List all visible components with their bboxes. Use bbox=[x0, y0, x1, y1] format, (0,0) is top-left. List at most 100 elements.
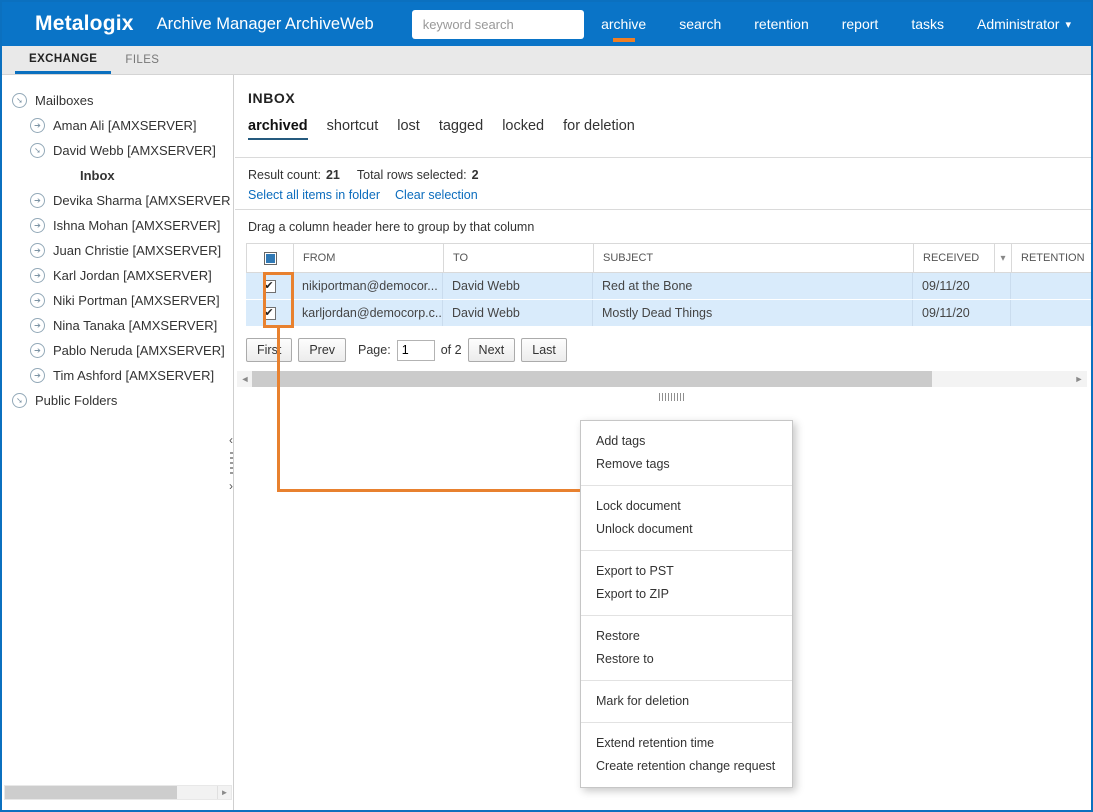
topbar: Metalogix Archive Manager ArchiveWeb arc… bbox=[2, 2, 1091, 46]
checkbox-indeterminate-icon[interactable] bbox=[263, 251, 277, 265]
sidebar-item-devika-sharma[interactable]: ➔ Devika Sharma [AMXSERVER bbox=[2, 188, 233, 213]
menu-item-remove-tags[interactable]: Remove tags bbox=[581, 453, 792, 476]
view-tab-lost[interactable]: lost bbox=[397, 118, 420, 140]
sidebar-item-niki-portman[interactable]: ➔ Niki Portman [AMXSERVER] bbox=[2, 288, 233, 313]
menu-group-lock: Lock document Unlock document bbox=[581, 485, 792, 550]
sidebar-item-nina-tanaka[interactable]: ➔ Nina Tanaka [AMXSERVER] bbox=[2, 313, 233, 338]
menu-item-export-to-zip[interactable]: Export to ZIP bbox=[581, 583, 792, 606]
sidebar-horizontal-scrollbar[interactable]: ► bbox=[4, 785, 232, 800]
keyword-search-input[interactable] bbox=[411, 9, 584, 39]
tree-label: Inbox bbox=[80, 168, 115, 183]
cell-retention bbox=[1011, 300, 1091, 326]
sidebar-item-aman-ali[interactable]: ➔ Aman Ali [AMXSERVER] bbox=[2, 113, 233, 138]
selected-count-value: 2 bbox=[471, 168, 479, 182]
select-all-link[interactable]: Select all items in folder bbox=[248, 188, 380, 202]
scroll-left-icon[interactable]: ◄ bbox=[237, 371, 253, 387]
sidebar-item-inbox[interactable]: Inbox bbox=[2, 163, 233, 188]
collapse-right-icon[interactable]: › bbox=[229, 480, 233, 492]
sidebar-item-public-folders[interactable]: ➘ Public Folders bbox=[2, 388, 233, 413]
sidebar-item-juan-christie[interactable]: ➔ Juan Christie [AMXSERVER] bbox=[2, 238, 233, 263]
menu-item-create-retention-change-request[interactable]: Create retention change request bbox=[581, 755, 792, 778]
menu-item-mark-for-deletion[interactable]: Mark for deletion bbox=[581, 690, 792, 713]
menu-group-export: Export to PST Export to ZIP bbox=[581, 550, 792, 615]
scroll-right-icon[interactable]: ► bbox=[1071, 371, 1087, 387]
tree-label: David Webb [AMXSERVER] bbox=[53, 143, 216, 158]
menu-item-restore-to[interactable]: Restore to bbox=[581, 648, 792, 671]
selection-links: Select all items in folder Clear selecti… bbox=[248, 188, 478, 202]
view-tab-tagged[interactable]: tagged bbox=[439, 118, 483, 140]
nav-retention[interactable]: retention bbox=[754, 16, 808, 32]
expand-arrow-icon: ➔ bbox=[30, 293, 45, 308]
view-tab-archived[interactable]: archived bbox=[248, 118, 308, 140]
next-page-button[interactable]: Next bbox=[467, 338, 516, 362]
main-nav: archive search retention report tasks Ad… bbox=[601, 16, 1091, 32]
scrollbar-thumb[interactable] bbox=[5, 786, 177, 799]
pane-resize-grip[interactable] bbox=[659, 393, 685, 401]
sidebar-item-karl-jordan[interactable]: ➔ Karl Jordan [AMXSERVER] bbox=[2, 263, 233, 288]
sidebar-item-david-webb[interactable]: ➘ David Webb [AMXSERVER] bbox=[2, 138, 233, 163]
expand-arrow-icon: ➘ bbox=[12, 93, 27, 108]
page-number-input[interactable] bbox=[396, 339, 435, 361]
result-count-label: Result count: bbox=[248, 168, 321, 182]
annotation-callout-line-horizontal bbox=[277, 489, 580, 492]
scroll-right-icon[interactable]: ► bbox=[217, 786, 231, 799]
mailbox-tree-sidebar: ➘ Mailboxes ➔ Aman Ali [AMXSERVER] ➘ Dav… bbox=[2, 75, 234, 810]
expand-arrow-icon: ➘ bbox=[12, 393, 27, 408]
metalogix-logo: Metalogix bbox=[35, 12, 134, 35]
nav-archive[interactable]: archive bbox=[601, 16, 646, 32]
menu-group-tags: Add tags Remove tags bbox=[581, 421, 792, 485]
cell-from: karljordan@democorp.c... bbox=[293, 300, 443, 326]
expand-arrow-icon: ➔ bbox=[30, 368, 45, 383]
module-tabstrip: EXCHANGE FILES bbox=[2, 46, 1091, 75]
page-of-label: of 2 bbox=[440, 343, 462, 357]
column-header-received[interactable]: RECEIVED ▾ bbox=[914, 244, 1012, 272]
tree-label: Tim Ashford [AMXSERVER] bbox=[53, 368, 215, 383]
chevron-down-icon[interactable]: ▾ bbox=[994, 244, 1011, 272]
column-header-from[interactable]: FROM bbox=[294, 244, 444, 272]
message-grid: FROM TO SUBJECT RECEIVED ▾ RETENTION ✔ n… bbox=[246, 243, 1091, 327]
first-page-button[interactable]: First bbox=[246, 338, 293, 362]
sidebar-item-pablo-neruda[interactable]: ➔ Pablo Neruda [AMXSERVER] bbox=[2, 338, 233, 363]
clear-selection-link[interactable]: Clear selection bbox=[395, 188, 478, 202]
menu-item-add-tags[interactable]: Add tags bbox=[581, 430, 792, 453]
expand-arrow-icon: ➔ bbox=[30, 318, 45, 333]
view-tab-shortcut[interactable]: shortcut bbox=[327, 118, 379, 140]
menu-item-export-to-pst[interactable]: Export to PST bbox=[581, 560, 792, 583]
tab-exchange[interactable]: EXCHANGE bbox=[15, 46, 112, 74]
divider bbox=[235, 157, 1091, 158]
nav-search[interactable]: search bbox=[679, 16, 721, 32]
sidebar-item-ishna-mohan[interactable]: ➔ Ishna Mohan [AMXSERVER] bbox=[2, 213, 233, 238]
expand-arrow-icon: ➔ bbox=[30, 343, 45, 358]
user-menu[interactable]: Administrator ▾ bbox=[977, 16, 1071, 32]
tab-files[interactable]: FILES bbox=[111, 46, 173, 74]
last-page-button[interactable]: Last bbox=[521, 338, 567, 362]
sidebar-item-mailboxes[interactable]: ➘ Mailboxes bbox=[2, 88, 233, 113]
column-header-received-label: RECEIVED bbox=[923, 252, 980, 264]
view-tab-locked[interactable]: locked bbox=[502, 118, 544, 140]
scrollbar-thumb[interactable] bbox=[252, 371, 932, 387]
table-row[interactable]: ✔ nikiportman@democor... David Webb Red … bbox=[246, 273, 1091, 300]
column-header-retention[interactable]: RETENTION bbox=[1012, 244, 1091, 272]
menu-item-lock-document[interactable]: Lock document bbox=[581, 495, 792, 518]
nav-report[interactable]: report bbox=[842, 16, 879, 32]
sidebar-item-tim-ashford[interactable]: ➔ Tim Ashford [AMXSERVER] bbox=[2, 363, 233, 388]
column-header-subject[interactable]: SUBJECT bbox=[594, 244, 914, 272]
menu-group-restore: Restore Restore to bbox=[581, 615, 792, 680]
annotation-callout-line-vertical bbox=[277, 328, 280, 489]
select-all-checkbox[interactable] bbox=[247, 244, 294, 272]
table-row[interactable]: ✔ karljordan@democorp.c... David Webb Mo… bbox=[246, 300, 1091, 327]
tree-label: Juan Christie [AMXSERVER] bbox=[53, 243, 222, 258]
menu-item-restore[interactable]: Restore bbox=[581, 625, 792, 648]
grid-horizontal-scrollbar[interactable]: ◄ ► bbox=[237, 371, 1087, 387]
sidebar-splitter[interactable]: ‹ › bbox=[226, 434, 236, 492]
cell-subject: Red at the Bone bbox=[593, 273, 913, 299]
menu-item-unlock-document[interactable]: Unlock document bbox=[581, 518, 792, 541]
menu-item-extend-retention-time[interactable]: Extend retention time bbox=[581, 732, 792, 755]
nav-tasks[interactable]: tasks bbox=[911, 16, 944, 32]
collapse-left-icon[interactable]: ‹ bbox=[229, 434, 233, 446]
column-header-to[interactable]: TO bbox=[444, 244, 594, 272]
view-tab-for-deletion[interactable]: for deletion bbox=[563, 118, 635, 140]
prev-page-button[interactable]: Prev bbox=[298, 338, 347, 362]
tree-label: Karl Jordan [AMXSERVER] bbox=[53, 268, 212, 283]
context-menu: Add tags Remove tags Lock document Unloc… bbox=[580, 420, 793, 788]
